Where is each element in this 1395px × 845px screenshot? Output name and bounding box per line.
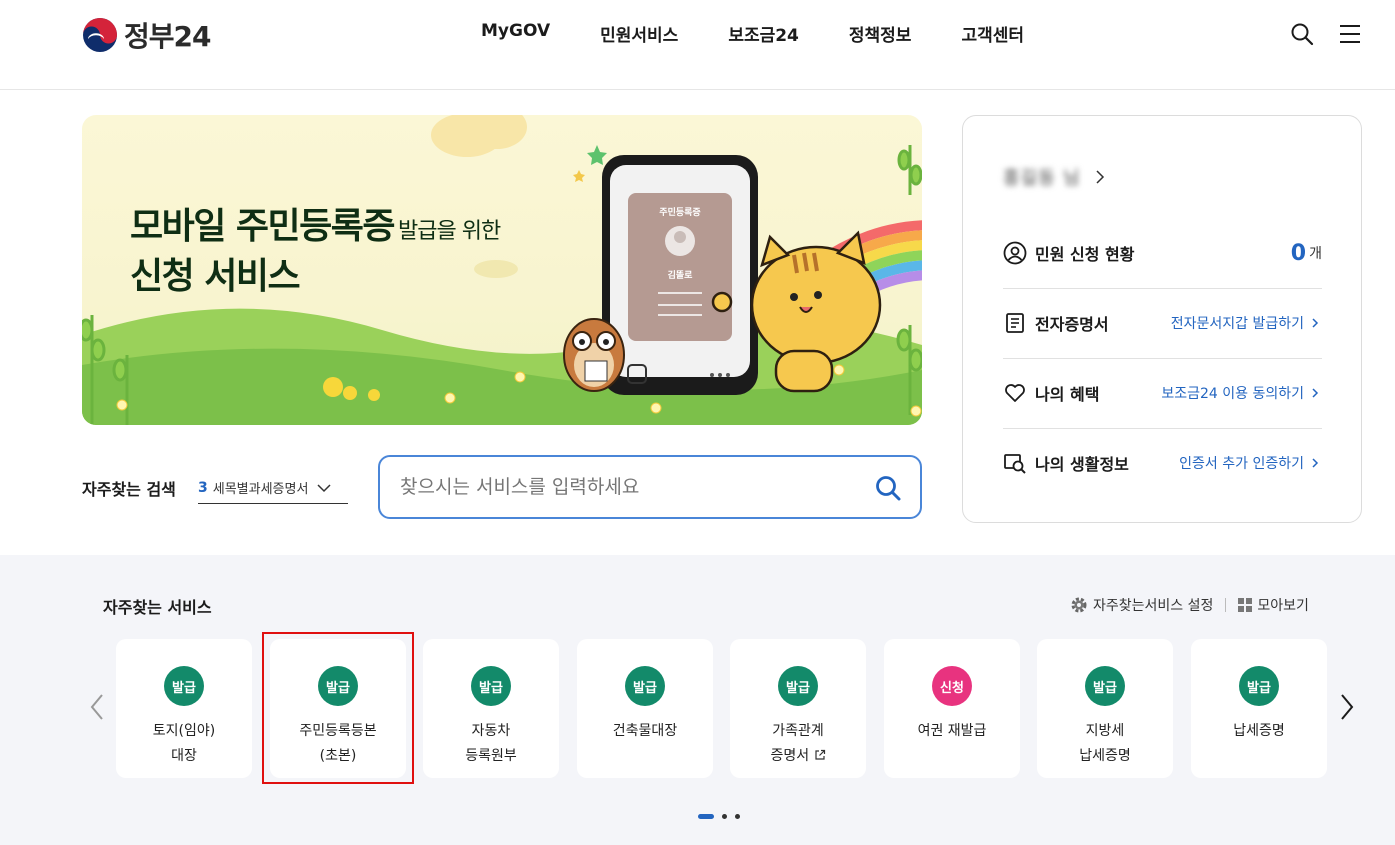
favorite-settings-button[interactable]: 자주찾는서비스 설정 — [1070, 595, 1213, 615]
user-profile-link[interactable]: 홍길동 님 — [1003, 164, 1105, 190]
life-info-row[interactable]: 나의 생활정보 인증서 추가 인증하기 — [1003, 428, 1322, 498]
service-card-passport-reissue[interactable]: 신청 여권 재발급 — [884, 639, 1020, 778]
user-circle-icon — [1003, 241, 1027, 265]
carousel-prev-icon[interactable] — [86, 687, 110, 727]
chevron-down-icon — [317, 483, 331, 492]
service-card-name: 지방세 납세증명 — [1079, 723, 1131, 764]
service-card-family-certificate[interactable]: 발급 가족관계 증명서 — [730, 639, 866, 778]
frequent-search-rank: 3 — [198, 479, 208, 496]
service-card-name: 납세증명 — [1233, 723, 1285, 739]
service-card-name: 주민등록등본 (초본) — [299, 723, 377, 764]
my-benefits-label: 나의 혜택 — [1035, 385, 1100, 404]
issue-badge: 발급 — [1239, 666, 1279, 706]
service-card-resident-registration[interactable]: 발급 주민등록등본 (초본) — [270, 639, 406, 778]
favorite-services-section: 자주찾는 서비스 자주찾는서비스 설정 모아보기 발급 토지(임야) 대장 발급… — [0, 555, 1395, 845]
heart-icon — [1005, 384, 1025, 402]
search-input[interactable] — [400, 471, 860, 503]
my-info-card: 홍길동 님 민원 신청 현황 0 개 전자증명서 전자문서지갑 발급하기 나의 … — [962, 115, 1362, 523]
issue-badge: 발급 — [164, 666, 204, 706]
pagination-dot-1[interactable] — [698, 814, 714, 819]
application-status-label: 민원 신청 현황 — [1035, 245, 1135, 264]
carousel-pagination — [698, 814, 740, 819]
service-card-name: 가족관계 증명서 — [770, 723, 825, 764]
issue-badge: 발급 — [318, 666, 358, 706]
chevron-right-icon — [1095, 170, 1104, 184]
application-status-row[interactable]: 민원 신청 현황 0 개 — [1003, 218, 1322, 288]
service-card-vehicle-registry[interactable]: 발급 자동차 등록원부 — [423, 639, 559, 778]
favorite-tools: 자주찾는서비스 설정 모아보기 — [1070, 595, 1309, 615]
frequent-search-select[interactable]: 3 세목별과세증명서 — [198, 472, 348, 504]
divider — [1225, 598, 1227, 612]
service-card-tax-payment-certificate[interactable]: 발급 납세증명 — [1191, 639, 1327, 778]
frequent-search-term: 세목별과세증명서 — [212, 482, 309, 497]
my-benefits-link[interactable]: 보조금24 이용 동의하기 — [1161, 383, 1304, 403]
pagination-dot-3[interactable] — [735, 814, 740, 819]
issue-badge: 발급 — [1085, 666, 1125, 706]
frequent-search-label: 자주찾는 검색 — [82, 480, 176, 499]
application-status-unit: 개 — [1309, 246, 1322, 262]
service-card-name: 자동차 등록원부 — [465, 723, 517, 764]
favorite-services-title: 자주찾는 서비스 — [103, 598, 212, 617]
view-all-button[interactable]: 모아보기 — [1238, 595, 1309, 615]
chevron-right-icon — [1312, 388, 1319, 398]
service-card-name: 토지(임야) 대장 — [152, 723, 216, 764]
life-info-label: 나의 생활정보 — [1035, 455, 1129, 474]
main-nav: MyGOV 민원서비스 보조금24 정책정보 고객센터 — [481, 21, 1024, 46]
e-certificate-link[interactable]: 전자문서지갑 발급하기 — [1171, 313, 1304, 333]
nav-mygov[interactable]: MyGOV — [481, 21, 550, 46]
e-certificate-label: 전자증명서 — [1035, 315, 1109, 334]
promo-banner[interactable]: 모바일 주민등록증 발급을 위한 신청 서비스 주민등록증 김똘로 — [82, 115, 922, 425]
service-card-local-tax-certificate[interactable]: 발급 지방세 납세증명 — [1037, 639, 1173, 778]
external-link-icon — [814, 749, 825, 760]
gear-icon — [1071, 597, 1087, 613]
nav-customer-center[interactable]: 고객센터 — [961, 21, 1024, 46]
view-all-label: 모아보기 — [1257, 598, 1309, 614]
service-card-name: 여권 재발급 — [917, 723, 987, 739]
search-document-icon — [1004, 454, 1026, 474]
banner-card-name: 김똘로 — [667, 271, 693, 281]
user-name: 홍길동 님 — [1003, 168, 1081, 189]
logo-text: 정부24 — [124, 20, 211, 53]
issue-badge: 발급 — [778, 666, 818, 706]
pagination-dot-2[interactable] — [722, 814, 727, 819]
grid-icon — [1238, 598, 1253, 612]
service-card-name: 건축물대장 — [612, 723, 678, 739]
search-submit-icon[interactable] — [874, 474, 902, 502]
taegeuk-logo-icon — [83, 18, 117, 52]
issue-badge: 발급 — [471, 666, 511, 706]
issue-badge: 발급 — [625, 666, 665, 706]
favorite-settings-label: 자주찾는서비스 설정 — [1093, 598, 1214, 614]
search-box — [378, 455, 922, 519]
apply-badge: 신청 — [932, 666, 972, 706]
service-card-building-ledger[interactable]: 발급 건축물대장 — [577, 639, 713, 778]
carousel-next-icon[interactable] — [1334, 687, 1358, 727]
service-card-land-ledger[interactable]: 발급 토지(임야) 대장 — [116, 639, 252, 778]
hamburger-menu-icon[interactable] — [1339, 23, 1361, 45]
document-icon — [1006, 313, 1024, 333]
nav-policy-info[interactable]: 정책정보 — [849, 21, 912, 46]
banner-title-line1: 모바일 주민등록증 발급을 위한 — [130, 206, 501, 247]
chevron-right-icon — [1312, 458, 1319, 468]
logo[interactable]: 정부24 — [82, 15, 211, 55]
e-certificate-row[interactable]: 전자증명서 전자문서지갑 발급하기 — [1003, 288, 1322, 358]
chevron-right-icon — [1312, 318, 1319, 328]
search-icon[interactable] — [1290, 22, 1314, 46]
application-status-count: 0 — [1290, 240, 1307, 266]
site-header: 정부24 MyGOV 민원서비스 보조금24 정책정보 고객센터 — [0, 0, 1395, 90]
life-info-link[interactable]: 인증서 추가 인증하기 — [1179, 453, 1304, 473]
nav-civil-service[interactable]: 민원서비스 — [600, 21, 678, 46]
nav-subsidy24[interactable]: 보조금24 — [728, 21, 799, 46]
banner-card-title: 주민등록증 — [659, 208, 701, 218]
banner-title-line2: 신청 서비스 — [130, 256, 301, 297]
my-benefits-row[interactable]: 나의 혜택 보조금24 이용 동의하기 — [1003, 358, 1322, 428]
